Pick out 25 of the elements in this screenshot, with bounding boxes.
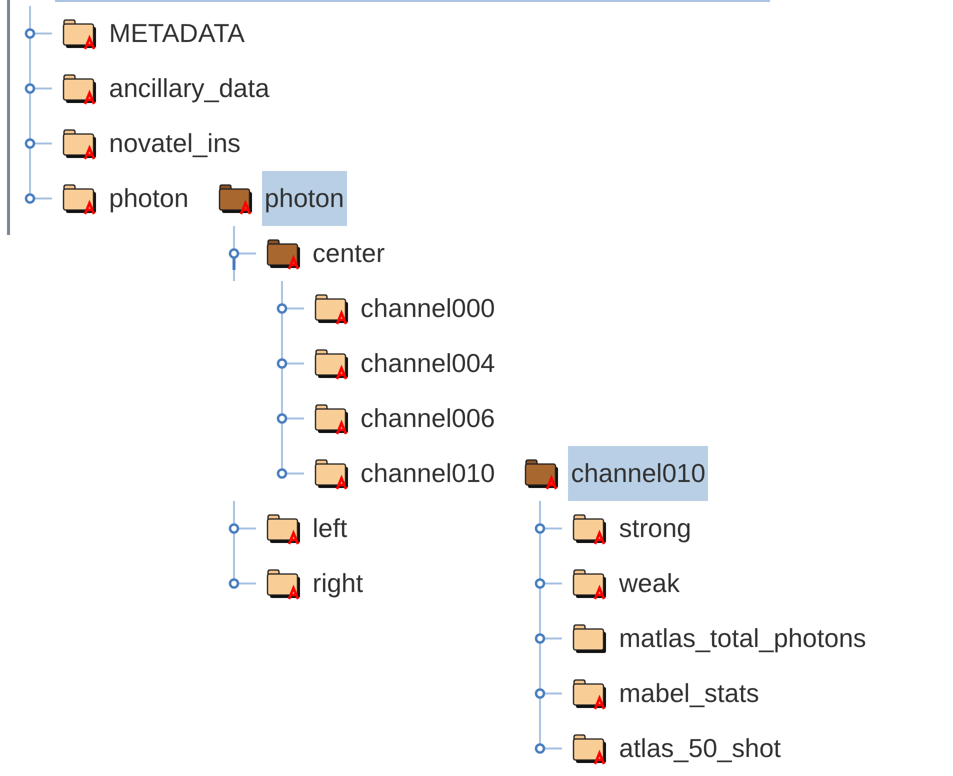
node-label[interactable]: channel000 bbox=[358, 281, 498, 336]
expand-toggle[interactable] bbox=[532, 501, 562, 556]
node-label[interactable]: channel010 bbox=[568, 446, 708, 501]
node-label[interactable]: matlas_total_photons bbox=[616, 611, 870, 666]
node-label[interactable]: ancillary_data bbox=[106, 61, 272, 116]
expand-toggle[interactable] bbox=[532, 556, 562, 611]
expand-toggle[interactable] bbox=[532, 611, 562, 666]
node-label[interactable]: atlas_50_shot bbox=[616, 721, 784, 776]
expand-toggle[interactable] bbox=[532, 666, 562, 721]
expand-toggle[interactable] bbox=[22, 6, 52, 61]
expand-toggle[interactable] bbox=[22, 61, 52, 116]
node-label[interactable]: left bbox=[310, 501, 350, 556]
node-label[interactable]: strong bbox=[616, 501, 694, 556]
node-label[interactable]: channel006 bbox=[358, 391, 498, 446]
node-label[interactable]: right bbox=[310, 556, 366, 611]
node-label[interactable]: weak bbox=[616, 556, 683, 611]
node-label[interactable]: photon bbox=[262, 171, 348, 226]
node-label[interactable]: METADATA bbox=[106, 6, 248, 61]
expand-toggle[interactable] bbox=[22, 116, 52, 171]
node-label[interactable]: channel010 bbox=[358, 446, 498, 501]
node-label[interactable]: mabel_stats bbox=[616, 666, 762, 721]
node-label[interactable]: channel004 bbox=[358, 336, 498, 391]
node-label[interactable]: photon bbox=[106, 171, 192, 226]
node-label[interactable]: novatel_ins bbox=[106, 116, 244, 171]
node-label[interactable]: center bbox=[310, 226, 388, 281]
